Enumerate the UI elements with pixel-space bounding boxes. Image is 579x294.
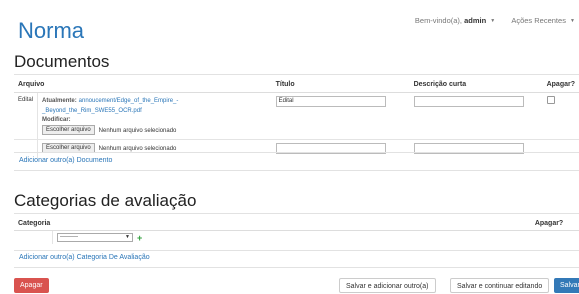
no-file-text: Nenhum arquivo selecionado [98, 145, 177, 152]
divider [14, 213, 579, 214]
delete-cell [542, 138, 579, 159]
column-header-delete: Apagar? [530, 216, 579, 231]
description-input[interactable] [413, 96, 524, 107]
divider [14, 152, 579, 153]
documents-section-title: Documentos [14, 52, 110, 71]
title-input[interactable]: Edital [275, 96, 386, 107]
row-label: Edital [14, 92, 39, 140]
divider [14, 250, 579, 251]
delete-cell [542, 92, 579, 140]
recent-actions-label: Ações Recentes [511, 16, 566, 25]
delete-checkbox[interactable] [546, 96, 555, 104]
choose-file-button[interactable]: Escolher arquivo [42, 125, 95, 135]
add-document-link[interactable]: Adicionar outro(a) Documento [19, 157, 112, 164]
file-cell: Escolher arquivo Nenhum arquivo selecion… [37, 138, 272, 159]
add-category-link[interactable]: Adicionar outro(a) Categoria De Avaliaçã… [19, 254, 150, 261]
no-file-text: Nenhum arquivo selecionado [98, 127, 177, 134]
user-menu[interactable]: Bem-vindo(a), admin ▼ [415, 16, 497, 25]
brand-title[interactable]: Norma [18, 18, 84, 44]
description-cell [409, 138, 543, 159]
chevron-down-icon: ▼ [125, 234, 130, 240]
divider [14, 170, 579, 171]
add-plus-icon[interactable]: + [137, 233, 142, 243]
description-cell [409, 92, 543, 140]
title-cell [271, 138, 410, 159]
delete-cell [530, 230, 579, 244]
current-label: Atualmente: [42, 98, 77, 104]
column-header-category: Categoria [14, 216, 531, 231]
table-row: --------- ▼ + [14, 230, 579, 244]
table-row: Edital Atualmente: annoucement/Edge_of_t… [14, 92, 579, 140]
category-cell: --------- ▼ + [52, 230, 531, 244]
chevron-down-icon: ▼ [570, 18, 575, 25]
divider [14, 74, 579, 75]
row-label [14, 230, 53, 244]
documents-table: Arquivo Título Descrição curta Apagar? E… [14, 77, 579, 159]
column-header-description: Descrição curta [409, 77, 543, 93]
table-header-row: Arquivo Título Descrição curta Apagar? [14, 77, 579, 93]
column-header-delete: Apagar? [542, 77, 579, 93]
category-select[interactable]: --------- ▼ [57, 233, 133, 242]
column-header-title: Título [271, 77, 410, 93]
column-header-file: Arquivo [14, 77, 272, 93]
file-cell: Atualmente: annoucement/Edge_of_the_Empi… [37, 92, 272, 140]
table-row: Escolher arquivo Nenhum arquivo selecion… [14, 138, 579, 159]
username: admin [464, 16, 487, 25]
modify-label: Modificar: [42, 117, 71, 123]
chevron-down-icon: ▼ [490, 18, 496, 25]
recent-actions-menu[interactable]: Ações Recentes ▼ [511, 16, 575, 25]
top-nav: Bem-vindo(a), admin ▼ Ações Recentes ▼ [415, 16, 575, 25]
categories-section-title: Categorias de avaliação [14, 191, 197, 210]
table-header-row: Categoria Apagar? [14, 216, 579, 231]
title-cell: Edital [271, 92, 410, 140]
divider [14, 267, 579, 268]
row-label [14, 138, 39, 159]
categories-table: Categoria Apagar? --------- ▼ + [14, 216, 579, 244]
welcome-text: Bem-vindo(a), [414, 16, 462, 25]
